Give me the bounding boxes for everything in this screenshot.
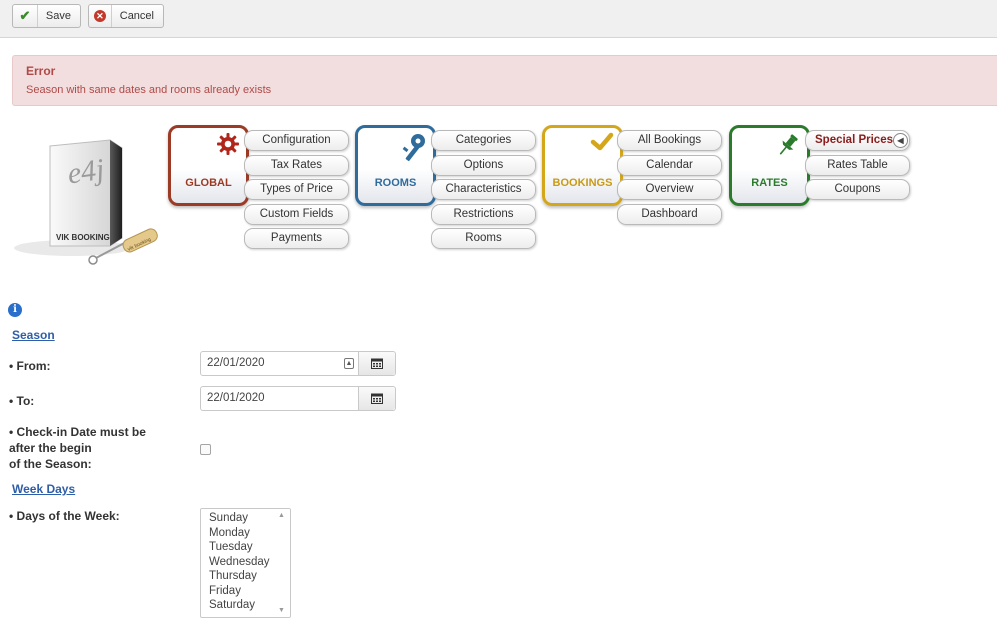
gear-icon — [216, 132, 240, 159]
menu-bookings-label: BOOKINGS — [552, 177, 613, 189]
day-option[interactable]: Wednesday — [209, 556, 270, 568]
pin-icon — [775, 132, 801, 161]
menu-rates-label: RATES — [751, 177, 788, 189]
error-title: Error — [26, 64, 56, 78]
key-icon — [397, 132, 427, 167]
day-option[interactable]: Tuesday — [209, 541, 253, 553]
menu-global-button[interactable]: GLOBAL — [168, 125, 249, 206]
day-option[interactable]: Saturday — [209, 599, 255, 611]
menu-global-label: GLOBAL — [185, 177, 232, 189]
logo-product-text: VIK BOOKING — [56, 233, 110, 242]
from-date-value: 22/01/2020 — [207, 357, 265, 369]
calendar-icon[interactable] — [358, 387, 395, 410]
collapse-arrow-icon[interactable]: ◀ — [893, 133, 908, 148]
logo-brand-text: e4j — [65, 153, 106, 191]
day-option[interactable]: Thursday — [209, 570, 257, 582]
menu-item-all-bookings[interactable]: All Bookings — [617, 130, 722, 151]
menu-item-special-prices[interactable]: Special Prices ◀ — [805, 130, 910, 151]
checkmark-icon: ✔ — [13, 5, 38, 27]
to-label: • To: — [9, 394, 35, 408]
scroll-up-icon[interactable]: ▲ — [278, 512, 285, 519]
day-option[interactable]: Monday — [209, 527, 250, 539]
checkin-rule-line-2: after the begin — [9, 441, 92, 455]
menu-item-dashboard[interactable]: Dashboard — [617, 204, 722, 225]
cancel-button[interactable]: ✕ Cancel — [88, 4, 164, 28]
listbox-scrollbar[interactable]: ▲ ▼ — [276, 509, 290, 617]
checkin-rule-line-1: • Check-in Date must be — [9, 425, 146, 439]
menu-bookings-button[interactable]: BOOKINGS — [542, 125, 623, 206]
error-alert: Error Season with same dates and rooms a… — [12, 55, 997, 106]
menu-rooms-button[interactable]: ROOMS — [355, 125, 436, 206]
to-date-field[interactable]: 22/01/2020 — [200, 386, 396, 411]
menu-item-calendar[interactable]: Calendar — [617, 155, 722, 176]
menu-item-rates-table[interactable]: Rates Table — [805, 155, 910, 176]
week-days-section-heading[interactable]: Week Days — [12, 482, 75, 496]
day-option[interactable]: Friday — [209, 585, 241, 597]
menu-item-types-of-price[interactable]: Types of Price — [244, 179, 349, 200]
menu-item-custom-fields[interactable]: Custom Fields — [244, 204, 349, 225]
menu-item-configuration[interactable]: Configuration — [244, 130, 349, 151]
close-icon: ✕ — [89, 5, 112, 27]
menu-item-restrictions[interactable]: Restrictions — [431, 204, 536, 225]
menu-item-options[interactable]: Options — [431, 155, 536, 176]
menu-item-characteristics[interactable]: Characteristics — [431, 179, 536, 200]
checkin-rule-checkbox[interactable] — [200, 444, 211, 455]
menu-rates-button[interactable]: RATES — [729, 125, 810, 206]
calendar-icon[interactable] — [358, 352, 395, 375]
menu-item-special-prices-label: Special Prices — [815, 134, 893, 146]
scroll-down-icon[interactable]: ▼ — [278, 607, 285, 614]
toolbar: ✔ Save ✕ Cancel — [0, 0, 997, 38]
menu-item-payments[interactable]: Payments — [244, 228, 349, 249]
day-option[interactable]: Sunday — [209, 512, 248, 524]
info-icon[interactable]: i — [8, 303, 22, 317]
menu-item-categories[interactable]: Categories — [431, 130, 536, 151]
save-button[interactable]: ✔ Save — [12, 4, 81, 28]
menu-rooms-label: ROOMS — [374, 177, 417, 189]
days-of-week-listbox[interactable]: Sunday Monday Tuesday Wednesday Thursday… — [200, 508, 291, 618]
error-message: Season with same dates and rooms already… — [26, 84, 272, 96]
clear-date-icon[interactable]: ▲ — [344, 358, 354, 369]
season-section-heading[interactable]: Season — [12, 328, 55, 342]
days-of-week-label: • Days of the Week: — [9, 509, 120, 523]
vikbooking-logo: e4j VIK BOOKING vik booking — [10, 130, 165, 280]
checkmark-icon — [590, 132, 614, 155]
checkin-rule-line-3: of the Season: — [9, 457, 92, 471]
cancel-label: Cancel — [119, 10, 154, 22]
checkin-rule-label: • Check-in Date must be after the begin … — [9, 424, 146, 472]
menu-item-overview[interactable]: Overview — [617, 179, 722, 200]
from-label: • From: — [9, 359, 51, 373]
menu-item-coupons[interactable]: Coupons — [805, 179, 910, 200]
to-date-value: 22/01/2020 — [207, 392, 265, 404]
save-label: Save — [45, 10, 71, 22]
menu-item-tax-rates[interactable]: Tax Rates — [244, 155, 349, 176]
from-date-field[interactable]: 22/01/2020 ▲ — [200, 351, 396, 376]
menu-item-rooms[interactable]: Rooms — [431, 228, 536, 249]
